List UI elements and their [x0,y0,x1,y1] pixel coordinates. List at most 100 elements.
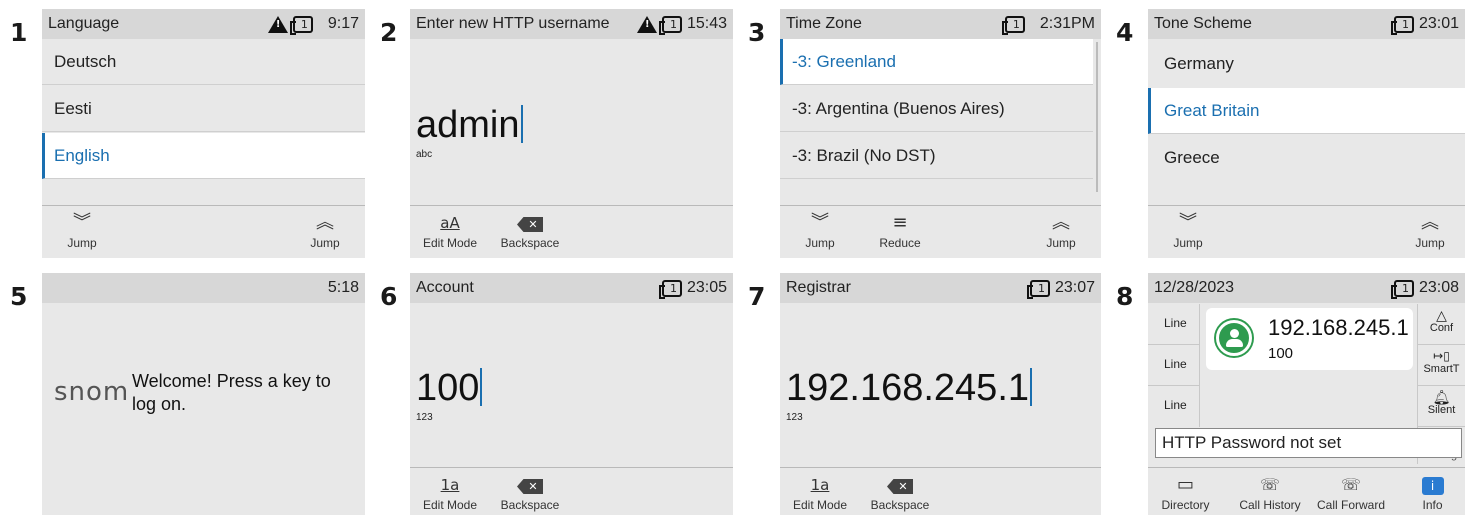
call-history-button[interactable]: ☏ Call History [1230,472,1310,512]
backspace-icon: ✕ [887,479,913,494]
header: Tone Scheme 1 23:01 [1148,9,1465,39]
list-item[interactable]: Deutsch [42,39,365,85]
call-forward-icon: ☏ [1340,475,1361,494]
clock: 2:31PM [1039,15,1095,32]
edit-mode-icon: 1a [440,476,460,494]
text-input[interactable]: 100 [416,367,483,410]
text-input[interactable]: 192.168.245.1 [786,367,1033,410]
reduce-button[interactable]: ≡ Reduce [865,210,935,250]
call-forward-button[interactable]: ☏ Call Forward [1311,472,1391,512]
input-mode-indicator: 123 [416,412,433,423]
line-keys: Line Line Line [1148,304,1200,427]
directory-button[interactable]: ▭ Directory [1148,472,1223,512]
clock: 23:08 [1418,279,1459,296]
softkey-bar: ︾ Jump ︽ Jump [1148,205,1465,258]
snom-logo: snom [54,377,130,407]
header: Registrar 1 23:07 [780,273,1101,303]
book-icon: ▭ [1176,474,1194,495]
list-item[interactable]: -3: Brazil (No DST) [780,133,1093,179]
backspace-icon: ✕ [517,479,543,494]
license-icon: 1 [1001,15,1025,35]
panel-number: 3 [748,18,766,47]
info-button[interactable]: i Info [1400,472,1465,512]
license-icon: 1 [1026,279,1050,299]
line-key[interactable]: Line [1148,386,1199,427]
list-item[interactable]: -3: Argentina (Buenos Aires) [780,86,1093,132]
license-icon: 1 [1390,15,1414,35]
clock: 9:17 [327,15,359,32]
jump-up-button[interactable]: ︽ Jump [1395,210,1465,250]
input-mode-indicator: abc [416,149,433,160]
smart-transfer-icon: ↦▯ [1433,349,1450,363]
conference-button[interactable]: △ Conf [1418,304,1465,345]
call-history-icon: ☏ [1259,475,1280,494]
text-input[interactable]: admin [416,104,523,147]
scrollbar[interactable] [1096,42,1098,192]
input-mode-indicator: 123 [786,412,803,423]
panel-number: 5 [10,282,28,311]
warning-icon [267,15,288,33]
list-item-selected[interactable]: Great Britain [1148,88,1465,134]
backspace-button[interactable]: ✕ Backspace [865,472,935,512]
list-item-selected[interactable]: English [42,133,365,179]
user-icon [1216,320,1252,356]
screen-welcome: 5:18 snom Welcome! Press a key to log on… [42,273,365,515]
screen-title: Registrar [786,279,851,296]
screen-idle: 12/28/2023 1 23:08 Line Line Line 192.168… [1148,273,1465,515]
header: Account 1 23:05 [410,273,733,303]
line-key[interactable]: Line [1148,345,1199,386]
smart-transfer-button[interactable]: ↦▯ SmartT [1418,345,1465,386]
identity-extension: 100 [1268,345,1294,362]
header: Enter new HTTP username 115:43 [410,9,733,39]
softkey-bar: aA Edit Mode ✕ Backspace [410,205,733,258]
screen-title: Account [416,279,474,296]
identity-card: 192.168.245.1 100 [1206,308,1413,370]
header: 5:18 [42,273,365,303]
date: 12/28/2023 [1154,279,1235,296]
edit-mode-icon: aA [440,214,460,232]
screen-time-zone: Time Zone 1 2:31PM -3: Greenland -3: Arge… [780,9,1101,258]
edit-mode-button[interactable]: aA Edit Mode [415,210,485,250]
screen-title: Tone Scheme [1154,15,1252,32]
list-item[interactable]: Germany [1148,41,1465,87]
jump-up-button[interactable]: ︽ Jump [1026,210,1096,250]
list-item-selected[interactable]: -3: Greenland [780,39,1093,85]
text-cursor [480,368,483,406]
edit-mode-button[interactable]: 1a Edit Mode [415,472,485,512]
backspace-button[interactable]: ✕ Backspace [495,210,565,250]
clock: 23:01 [1418,15,1459,32]
chevron-double-down-icon: ︾ [811,212,829,233]
filter-icon: ≡ [892,212,908,233]
header: 12/28/2023 1 23:08 [1148,273,1465,303]
edit-mode-icon: 1a [810,476,830,494]
screen-account: Account 1 23:05 100 123 1a Edit Mode ✕ Back… [410,273,733,515]
screen-http-username: Enter new HTTP username 115:43 admin abc… [410,9,733,258]
panel-number: 4 [1116,18,1134,47]
backspace-icon: ✕ [517,217,543,232]
jump-up-button[interactable]: ︽ Jump [290,210,360,250]
softkey-bar: ︾ Jump ≡ Reduce ︽ Jump [780,205,1101,258]
identity-ip: 192.168.245.1 [1268,315,1409,340]
list-item[interactable]: Eesti [42,86,365,132]
edit-mode-button[interactable]: 1a Edit Mode [785,472,855,512]
line-key[interactable]: Line [1148,304,1199,345]
welcome-message: Welcome! Press a key to log on. [132,371,331,414]
silent-button[interactable]: 🔔︎ Silent [1418,386,1465,427]
chevron-double-down-icon: ︾ [1179,212,1197,233]
header: Language 1 9:17 [42,9,365,39]
chevron-double-down-icon: ︾ [73,212,91,233]
text-cursor [520,105,523,143]
jump-down-button[interactable]: ︾ Jump [47,210,117,250]
clock: 15:43 [686,15,727,32]
license-icon: 1 [658,15,682,35]
jump-down-button[interactable]: ︾ Jump [1153,210,1223,250]
backspace-button[interactable]: ✕ Backspace [495,472,565,512]
clock: 23:07 [1054,279,1095,296]
clock: 5:18 [327,279,359,296]
text-cursor [1030,368,1033,406]
bell-icon: 🔔︎ [1432,389,1451,405]
jump-down-button[interactable]: ︾ Jump [785,210,855,250]
screen-language: Language 1 9:17 Deutsch Eesti English ︾Ju… [42,9,365,258]
list-item[interactable]: Greece [1148,135,1465,181]
panel-number: 7 [748,282,766,311]
